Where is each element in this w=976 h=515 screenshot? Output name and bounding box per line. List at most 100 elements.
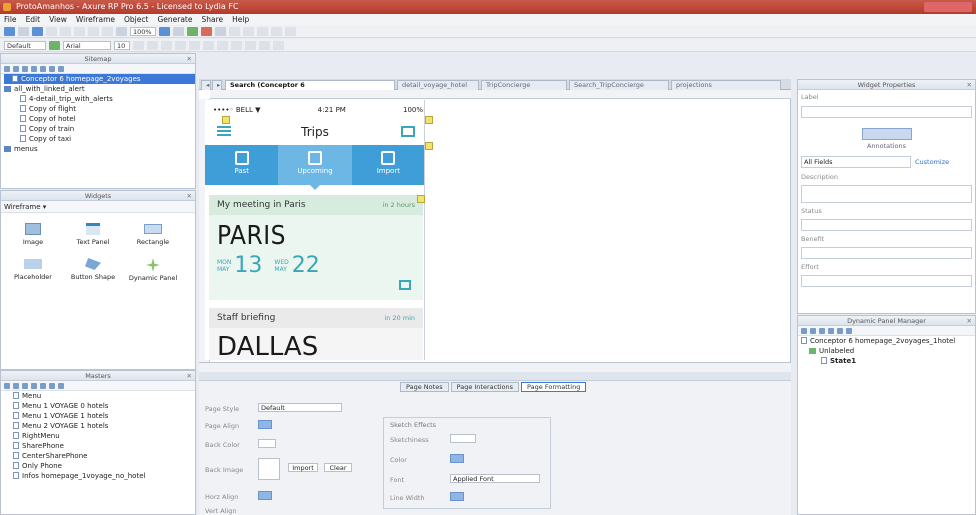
line-color-icon[interactable]	[203, 40, 214, 50]
cut-icon[interactable]	[46, 26, 57, 36]
outdent-icon[interactable]	[49, 65, 55, 72]
line-width-icon[interactable]	[217, 40, 228, 50]
widget-image[interactable]: Image	[3, 223, 63, 246]
master-item[interactable]: Menu 1 VOYAGE 1 hotels	[13, 411, 195, 421]
sitemap-item[interactable]: menus	[4, 144, 195, 154]
line-width-button[interactable]	[450, 492, 464, 501]
color-button[interactable]	[450, 454, 464, 463]
widget-rectangle[interactable]: Rectangle	[123, 223, 183, 246]
annotation-marker[interactable]	[425, 116, 433, 124]
menu-share[interactable]: Share	[201, 14, 223, 25]
master-item[interactable]: Menu 2 VOYAGE 1 hotels	[13, 421, 195, 431]
align-left-button[interactable]	[258, 420, 272, 429]
align-left-icon[interactable]	[245, 40, 256, 50]
connector-icon[interactable]	[159, 26, 170, 36]
align-right-icon[interactable]	[273, 40, 284, 50]
tab-projections[interactable]: projections	[671, 80, 781, 90]
group-icon[interactable]	[215, 26, 226, 36]
master-item[interactable]: Menu 1 VOYAGE 0 hotels	[13, 401, 195, 411]
publish-icon[interactable]	[201, 26, 212, 36]
annotation-marker[interactable]	[417, 195, 425, 203]
preview-icon[interactable]	[187, 26, 198, 36]
import-button[interactable]: Import	[288, 463, 318, 472]
customize-link[interactable]: Customize	[915, 156, 949, 168]
ungroup-icon[interactable]	[229, 26, 240, 36]
undo-icon[interactable]	[88, 26, 99, 36]
close-icon[interactable]: ✕	[967, 316, 972, 326]
trip-card-dallas[interactable]: Staff briefing in 20 min DALLAS	[209, 308, 423, 360]
widget-text-panel[interactable]: Text Panel	[63, 223, 123, 246]
back-icon[interactable]	[257, 26, 268, 36]
master-item[interactable]: RightMenu	[13, 431, 195, 441]
annotation-marker[interactable]	[222, 116, 230, 124]
dyn-item[interactable]: Unlabeled	[801, 346, 975, 356]
close-icon[interactable]: ✕	[967, 80, 972, 90]
copy-icon[interactable]	[60, 26, 71, 36]
sitemap-item[interactable]: Conceptor 6 homepage_2voyages	[4, 74, 195, 84]
move-down-icon[interactable]	[31, 65, 37, 72]
menu-generate[interactable]: Generate	[157, 14, 192, 25]
sketchiness-input[interactable]	[450, 434, 476, 443]
master-item[interactable]: Menu	[13, 391, 195, 401]
move-up-icon[interactable]	[22, 382, 28, 389]
menu-edit[interactable]: Edit	[26, 14, 41, 25]
line-style-icon[interactable]	[231, 40, 242, 50]
move-up-icon[interactable]	[22, 65, 28, 72]
font-select[interactable]: Arial	[63, 40, 111, 50]
master-item[interactable]: SharePhone	[13, 441, 195, 451]
fill-color-icon[interactable]	[189, 40, 200, 50]
widget-placeholder[interactable]: Placeholder	[3, 258, 63, 282]
style-select[interactable]: Default	[4, 40, 46, 50]
style-edit-icon[interactable]	[49, 40, 60, 50]
italic-icon[interactable]	[147, 40, 158, 50]
select-icon[interactable]	[116, 26, 127, 36]
menu-file[interactable]: File	[4, 14, 17, 25]
pen-icon[interactable]	[173, 26, 184, 36]
add-master-icon[interactable]	[4, 382, 10, 389]
field-set-select[interactable]: All Fields	[801, 156, 911, 168]
move-down-icon[interactable]	[31, 382, 37, 389]
effort-select[interactable]	[801, 275, 972, 287]
dyn-item[interactable]: Conceptor 6 homepage_2voyages_1hotel	[801, 336, 975, 346]
sitemap-item[interactable]: Copy of taxi	[4, 134, 195, 144]
sitemap-item[interactable]: Copy of hotel	[4, 114, 195, 124]
duplicate-icon[interactable]	[810, 327, 816, 334]
library-select[interactable]: Wireframe ▾	[1, 201, 195, 213]
close-icon[interactable]: ✕	[187, 371, 192, 381]
move-down-icon[interactable]	[828, 327, 834, 334]
phone-mockup[interactable]: ••••◦ BELL ▼ 4:21 PM 100% Trips Past Upc…	[205, 100, 425, 360]
sitemap-item[interactable]: all_with_linked_alert	[4, 84, 195, 94]
widget-dynamic-panel[interactable]: Dynamic Panel	[123, 258, 183, 282]
sitemap-item[interactable]: 4-detail_trip_with_alerts	[4, 94, 195, 104]
tab-page-interactions[interactable]: Page Interactions	[450, 382, 520, 392]
indent-icon[interactable]	[40, 65, 46, 72]
bold-icon[interactable]	[133, 40, 144, 50]
grid-icon[interactable]	[401, 126, 415, 137]
tab-tripconcierge[interactable]: TripConcierge	[481, 80, 567, 90]
menu-help[interactable]: Help	[232, 14, 249, 25]
front-icon[interactable]	[243, 26, 254, 36]
open-icon[interactable]	[18, 26, 29, 36]
sitemap-item[interactable]: Copy of train	[4, 124, 195, 134]
tab-detail-voyage[interactable]: detail_voyage_hotel	[397, 80, 479, 90]
tab-search-tripconcierge[interactable]: Search_TripConcierge	[569, 80, 669, 90]
outdent-icon[interactable]	[49, 382, 55, 389]
horz-align-button[interactable]	[258, 491, 272, 500]
widget-button-shape[interactable]: Button Shape	[63, 258, 123, 282]
benefit-select[interactable]	[801, 247, 972, 259]
tab-search-conceptor[interactable]: Search (Conceptor 6	[225, 80, 395, 90]
menu-object[interactable]: Object	[124, 14, 148, 25]
move-up-icon[interactable]	[819, 327, 825, 334]
tab-scroll-right[interactable]: ▸	[212, 80, 222, 90]
delete-icon[interactable]	[58, 65, 64, 72]
font-size-select[interactable]: 10	[114, 40, 130, 50]
window-controls[interactable]	[924, 2, 972, 12]
indent-icon[interactable]	[40, 382, 46, 389]
trip-card-paris[interactable]: My meeting in Paris in 2 hours PARIS MON M…	[209, 195, 423, 300]
label-input[interactable]	[801, 106, 972, 118]
page-style-select[interactable]: Default	[258, 403, 342, 412]
add-state-icon[interactable]	[801, 327, 807, 334]
menu-wireframe[interactable]: Wireframe	[76, 14, 115, 25]
add-folder-icon[interactable]	[13, 65, 19, 72]
edit-icon[interactable]	[837, 327, 843, 334]
